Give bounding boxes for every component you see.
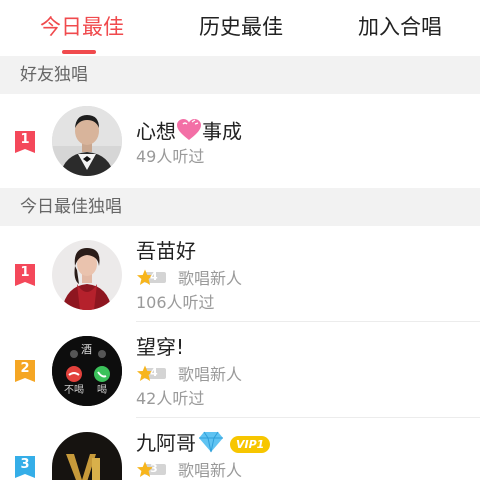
level-title: 歌唱新人: [178, 365, 243, 384]
singer-name: 吾苗好: [136, 239, 196, 263]
listen-count: 42人听过: [136, 389, 205, 408]
tab-today-best[interactable]: 今日最佳: [40, 10, 124, 44]
active-tab-indicator: [62, 50, 96, 54]
vip-badge: VIP1: [230, 436, 271, 453]
listen-count: 106人听过: [136, 293, 215, 312]
singer-level: 4 歌唱新人: [136, 363, 243, 384]
rank-badge: 1: [15, 264, 35, 286]
today-solo-row[interactable]: 3 九阿哥 VIP1 3 歌唱新人: [0, 418, 480, 480]
singer-name: 望穿!: [136, 335, 185, 359]
avatar[interactable]: 酒 不喝 喝: [52, 336, 122, 406]
singer-level: 4 歌唱新人: [136, 267, 243, 288]
tab-bar: 今日最佳 历史最佳 加入合唱: [0, 0, 480, 56]
singer-name: 九阿哥 VIP1: [136, 430, 271, 459]
avatar[interactable]: [52, 432, 122, 480]
today-solo-row[interactable]: 1 吾苗好 4 歌唱新人 106人听过: [0, 226, 480, 322]
listen-count: 49人听过: [136, 147, 205, 166]
avatar[interactable]: [52, 240, 122, 310]
avatar-logo-image: [52, 432, 122, 480]
singer-level: 3 歌唱新人: [136, 459, 243, 480]
diamond-icon: [198, 431, 224, 459]
rank-badge: 3: [15, 456, 35, 478]
level-badge: 3: [136, 461, 168, 477]
avatar-photo-woman: [52, 240, 122, 310]
rank-badge: 1: [15, 131, 35, 153]
level-title: 歌唱新人: [178, 461, 243, 480]
level-title: 歌唱新人: [178, 269, 243, 288]
section-title: 今日最佳独唱: [20, 197, 122, 217]
section-header-friends-solo: 好友独唱: [0, 56, 480, 94]
heart-icon: [176, 118, 202, 148]
section-title: 好友独唱: [20, 65, 88, 85]
avatar-photo-man: [52, 106, 122, 176]
tab-history-best[interactable]: 历史最佳: [199, 10, 283, 44]
avatar[interactable]: [52, 106, 122, 176]
avatar-caption: 酒: [81, 343, 92, 356]
section-header-today-best-solo: 今日最佳独唱: [0, 188, 480, 226]
singer-name: 心想 事成: [136, 118, 242, 148]
level-badge: 4: [136, 365, 168, 381]
level-badge: 4: [136, 269, 168, 285]
rank-badge: 2: [15, 360, 35, 382]
tab-join-chorus[interactable]: 加入合唱: [358, 10, 442, 44]
friend-solo-row[interactable]: 1 心想 事成 49人听过: [0, 94, 480, 188]
avatar-caption: 喝: [97, 385, 107, 396]
today-solo-row[interactable]: 2 酒 不喝 喝 望穿! 4 歌唱新人 42人听过: [0, 322, 480, 418]
avatar-caption: 不喝: [64, 385, 84, 396]
